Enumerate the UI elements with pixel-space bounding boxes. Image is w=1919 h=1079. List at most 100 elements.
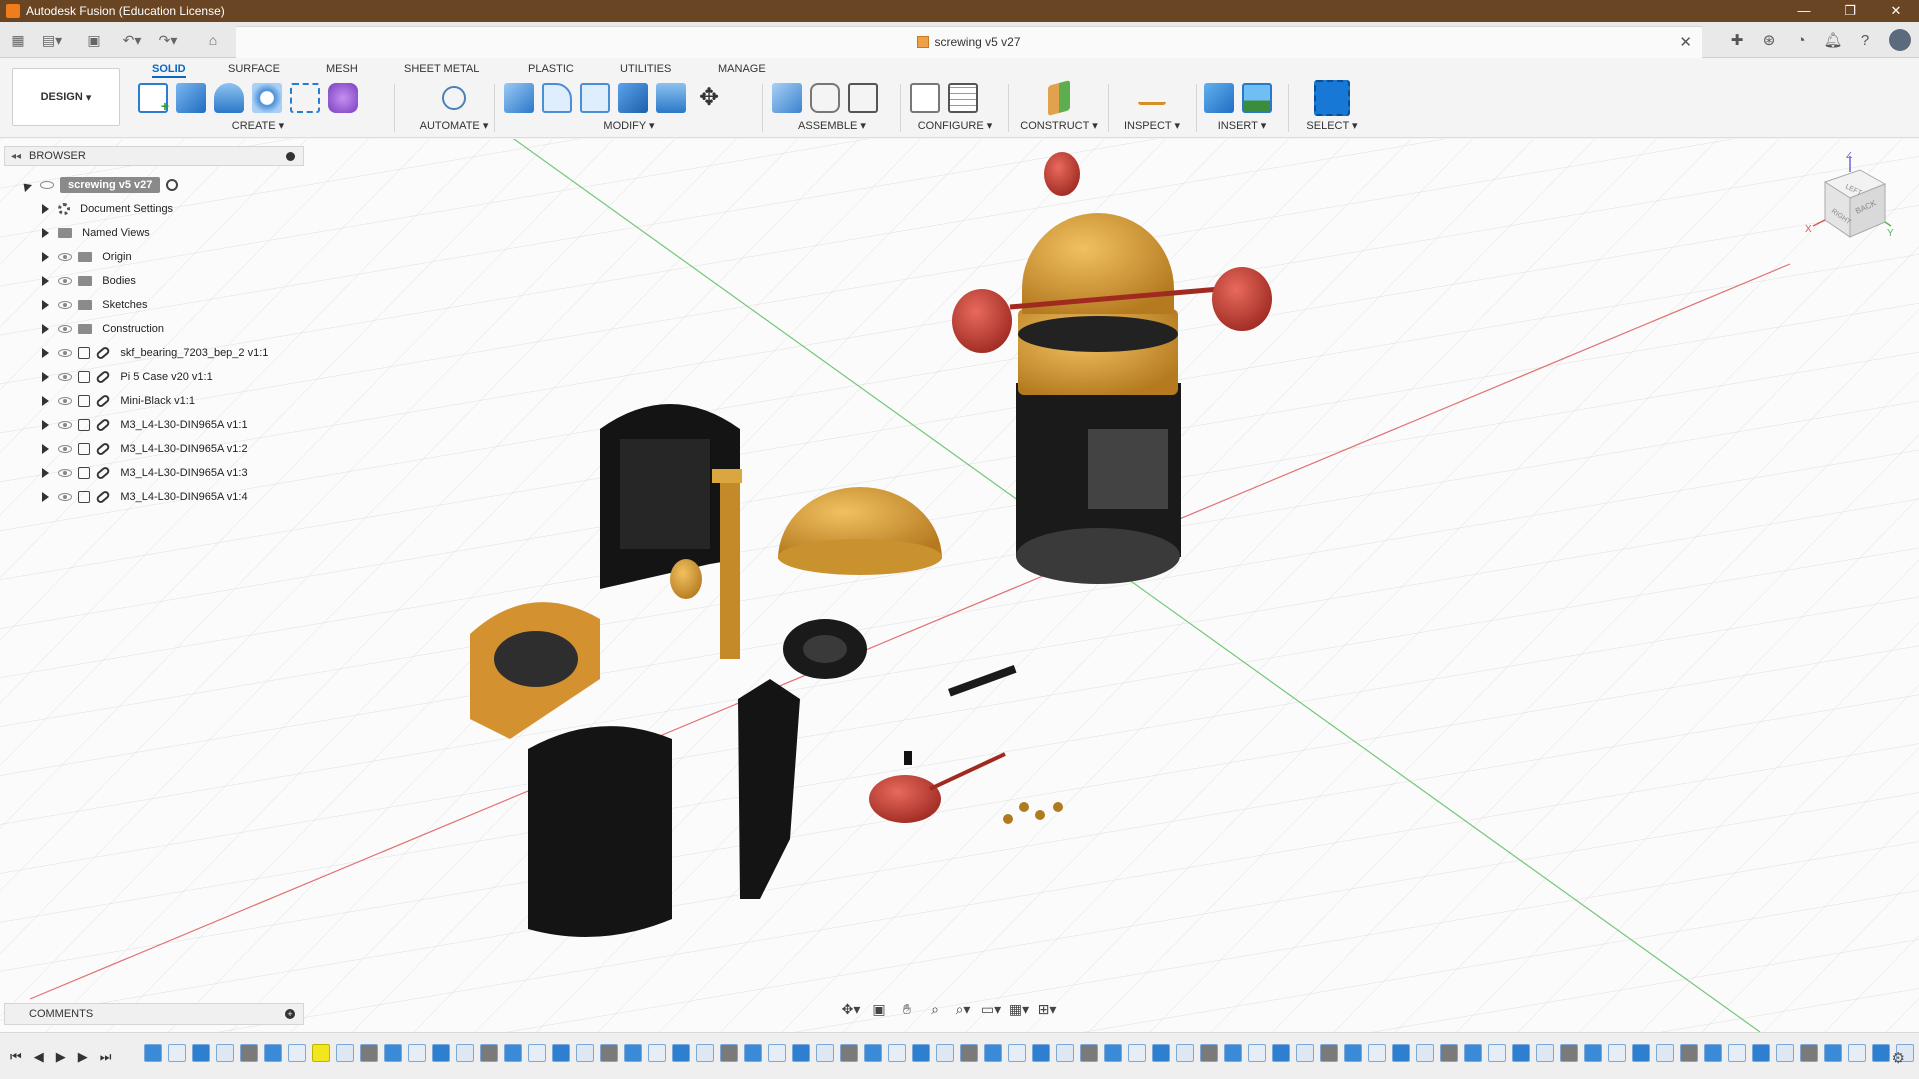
browser-item-sketches[interactable]: Sketches bbox=[42, 293, 332, 317]
timeline-feature-icon[interactable] bbox=[336, 1044, 354, 1062]
browser-item-component[interactable]: M3_L4-L30-DIN965A v1:4 bbox=[42, 485, 332, 509]
expand-triangle-icon[interactable] bbox=[42, 300, 52, 310]
eye-icon[interactable] bbox=[58, 349, 73, 357]
timeline-feature-icon[interactable] bbox=[552, 1044, 570, 1062]
timeline-feature-icon[interactable] bbox=[1776, 1044, 1794, 1062]
browser-root-row[interactable]: screwing v5 v27 bbox=[17, 173, 179, 197]
timeline-feature-icon[interactable] bbox=[840, 1044, 858, 1062]
timeline-feature-icon[interactable] bbox=[960, 1044, 978, 1062]
timeline-feature-icon[interactable] bbox=[1680, 1044, 1698, 1062]
timeline-feature-icon[interactable] bbox=[1368, 1044, 1386, 1062]
timeline-feature-icon[interactable] bbox=[360, 1044, 378, 1062]
pin-icon[interactable] bbox=[286, 151, 295, 161]
timeline-feature-icon[interactable] bbox=[1488, 1044, 1506, 1062]
extrude-icon[interactable] bbox=[176, 83, 206, 113]
timeline-feature-icon[interactable] bbox=[456, 1044, 474, 1062]
timeline-feature-icon[interactable] bbox=[720, 1044, 738, 1062]
document-tab[interactable]: screwing v5 v27 ✕ bbox=[236, 26, 1702, 58]
home-icon[interactable]: ⌂ bbox=[202, 30, 224, 50]
timeline-feature-icon[interactable] bbox=[1056, 1044, 1074, 1062]
tab-manage[interactable]: MANAGE bbox=[718, 60, 766, 78]
expand-triangle-icon[interactable] bbox=[42, 468, 52, 478]
form-icon[interactable] bbox=[328, 83, 358, 113]
timeline-feature-icon[interactable] bbox=[528, 1044, 546, 1062]
undo-icon[interactable]: ↶▾ bbox=[118, 30, 146, 50]
tab-mesh[interactable]: MESH bbox=[326, 60, 358, 78]
workspace-switcher[interactable]: DESIGN ▾ bbox=[12, 68, 120, 126]
close-window-button[interactable]: ✕ bbox=[1873, 0, 1919, 22]
timeline-feature-icon[interactable] bbox=[1584, 1044, 1602, 1062]
job-status-icon[interactable]: ◔ bbox=[1785, 32, 1817, 49]
eye-icon[interactable] bbox=[58, 277, 73, 285]
timeline-feature-icon[interactable] bbox=[384, 1044, 402, 1062]
timeline-feature-icon[interactable] bbox=[288, 1044, 306, 1062]
create-menu-label[interactable]: CREATE bbox=[232, 120, 276, 132]
inspect-menu-label[interactable]: INSPECT bbox=[1124, 120, 1171, 132]
configure-menu-label[interactable]: CONFIGURE bbox=[918, 120, 984, 132]
add-comment-icon[interactable]: + bbox=[285, 1009, 295, 1019]
timeline-feature-icon[interactable] bbox=[1128, 1044, 1146, 1062]
new-component-icon[interactable] bbox=[772, 83, 802, 113]
extensions-icon[interactable]: ⊛ bbox=[1753, 31, 1785, 49]
select-icon[interactable] bbox=[1314, 80, 1350, 116]
timeline-feature-icon[interactable] bbox=[312, 1044, 330, 1062]
fillet-icon[interactable] bbox=[542, 83, 572, 113]
tab-sheet-metal[interactable]: SHEET METAL bbox=[404, 60, 479, 78]
notifications-icon[interactable]: 🔔︎ bbox=[1817, 31, 1849, 49]
timeline-feature-icon[interactable] bbox=[144, 1044, 162, 1062]
step-back-icon[interactable]: ◀ bbox=[34, 1049, 44, 1065]
timeline-feature-icon[interactable] bbox=[1296, 1044, 1314, 1062]
activate-radio-icon[interactable] bbox=[166, 179, 179, 191]
expand-triangle-icon[interactable] bbox=[42, 372, 52, 382]
timeline-feature-icon[interactable] bbox=[1224, 1044, 1242, 1062]
timeline-feature-icon[interactable] bbox=[1032, 1044, 1050, 1062]
new-tab-icon[interactable]: ✚ bbox=[1721, 31, 1753, 49]
viewports-icon[interactable]: ⊞▾ bbox=[1036, 1001, 1058, 1021]
timeline-feature-icon[interactable] bbox=[648, 1044, 666, 1062]
timeline-feature-icon[interactable] bbox=[1872, 1044, 1890, 1062]
joint-icon[interactable] bbox=[810, 83, 840, 113]
browser-panel-header[interactable]: ◂◂ BROWSER bbox=[4, 146, 304, 166]
timeline-feature-icon[interactable] bbox=[1656, 1044, 1674, 1062]
timeline-feature-icon[interactable] bbox=[1272, 1044, 1290, 1062]
look-at-icon[interactable]: ▣ bbox=[868, 1001, 890, 1021]
expand-triangle-icon[interactable] bbox=[42, 204, 52, 214]
pattern-icon[interactable] bbox=[290, 83, 320, 113]
expand-triangle-icon[interactable] bbox=[42, 276, 52, 286]
browser-item-bodies[interactable]: Bodies bbox=[42, 269, 332, 293]
expand-triangle-icon[interactable] bbox=[42, 396, 52, 406]
view-cube[interactable]: LEFT RIGHT BACK Z X Y bbox=[1805, 150, 1895, 252]
modify-menu-label[interactable]: MODIFY bbox=[603, 120, 646, 132]
timeline-feature-icon[interactable] bbox=[240, 1044, 258, 1062]
comments-panel-header[interactable]: COMMENTS + bbox=[4, 1003, 304, 1025]
timeline-feature-icon[interactable] bbox=[1560, 1044, 1578, 1062]
minimize-button[interactable]: — bbox=[1781, 0, 1827, 22]
help-icon[interactable]: ? bbox=[1849, 32, 1881, 49]
timeline-feature-icon[interactable] bbox=[912, 1044, 930, 1062]
timeline-feature-icon[interactable] bbox=[576, 1044, 594, 1062]
timeline-feature-icon[interactable] bbox=[1704, 1044, 1722, 1062]
eye-icon[interactable] bbox=[58, 325, 73, 333]
timeline-feature-icon[interactable] bbox=[1632, 1044, 1650, 1062]
create-sketch-icon[interactable]: + bbox=[138, 83, 169, 114]
timeline-feature-icon[interactable] bbox=[1536, 1044, 1554, 1062]
timeline-feature-icon[interactable] bbox=[1008, 1044, 1026, 1062]
timeline-feature-icon[interactable] bbox=[1200, 1044, 1218, 1062]
tab-plastic[interactable]: PLASTIC bbox=[528, 60, 574, 78]
eye-icon[interactable] bbox=[40, 181, 54, 189]
insert-derive-icon[interactable] bbox=[1204, 83, 1234, 113]
restore-button[interactable]: ❐ bbox=[1827, 0, 1873, 22]
timeline-feature-icon[interactable] bbox=[192, 1044, 210, 1062]
eye-icon[interactable] bbox=[58, 445, 73, 453]
expand-triangle-icon[interactable] bbox=[42, 492, 52, 502]
browser-item-component[interactable]: M3_L4-L30-DIN965A v1:3 bbox=[42, 461, 332, 485]
timeline-feature-icon[interactable] bbox=[1248, 1044, 1266, 1062]
browser-item-construction[interactable]: Construction bbox=[42, 317, 332, 341]
browser-item-origin[interactable]: Origin bbox=[42, 245, 332, 269]
timeline-feature-icon[interactable] bbox=[816, 1044, 834, 1062]
timeline-feature-icon[interactable] bbox=[1728, 1044, 1746, 1062]
hole-icon[interactable] bbox=[252, 83, 282, 113]
insert-canvas-icon[interactable] bbox=[1242, 83, 1272, 113]
redo-icon[interactable]: ↷▾ bbox=[154, 30, 182, 50]
browser-item-component[interactable]: Pi 5 Case v20 v1:1 bbox=[42, 365, 332, 389]
